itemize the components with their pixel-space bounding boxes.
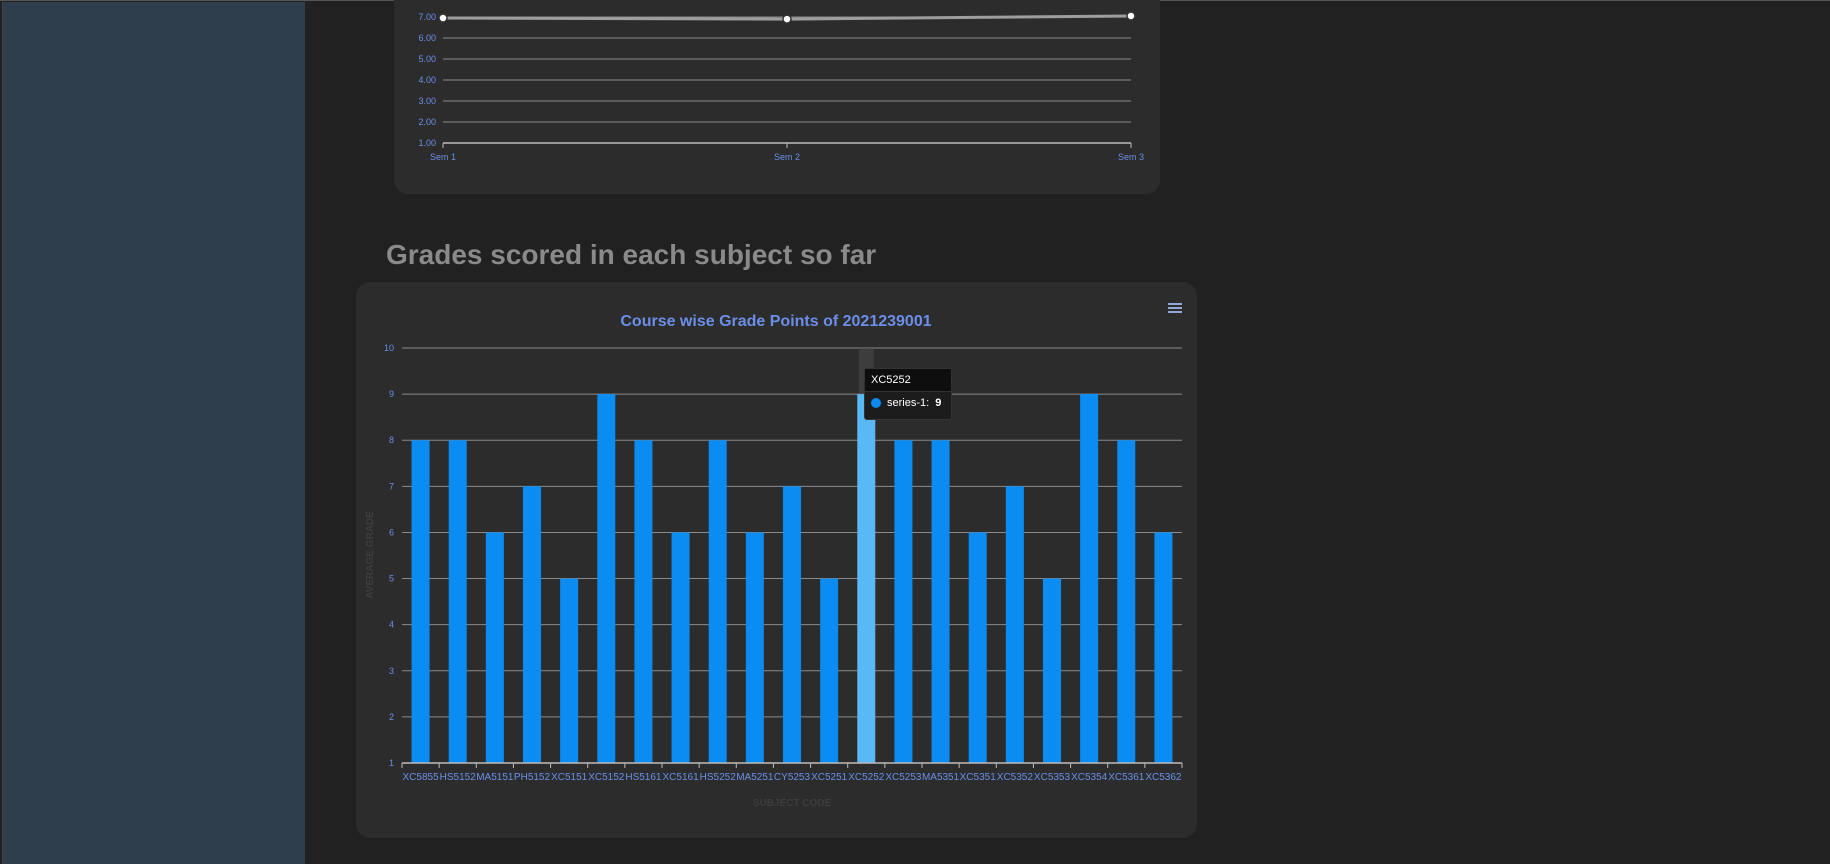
bar-tooltip: XC5252 series-1: 9 [864,368,952,420]
bar [820,578,839,763]
bar [485,532,504,763]
y-tick-label: 2.00 [418,117,436,127]
x-axis-title: SUBJECT CODE [753,798,832,809]
tooltip-value: 9 [935,397,942,409]
x-tick-label: XC5152 [588,772,625,783]
x-tick-label: PH5152 [514,772,551,783]
x-tick-label: HS5152 [440,772,477,783]
y-tick-label: 3.00 [418,96,436,106]
x-tick-label: Sem 2 [774,152,800,162]
bar [523,486,541,763]
y-tick-label: 5.00 [418,54,436,64]
x-tick-label: Sem 3 [1118,152,1144,162]
y-tick-label: 6.00 [418,33,436,43]
bar [968,532,987,763]
section-title: Grades scored in each subject so far [386,239,877,270]
bar [1080,394,1099,763]
bar [708,440,727,763]
course-grade-chart-card: Course wise Grade Points of 2021239001 1 2… [356,282,1197,838]
x-tick-label: XC5161 [663,772,700,783]
x-tick-label: XC5362 [1145,772,1182,783]
bar [671,532,690,763]
y-tick-label: 7 [389,481,394,491]
x-tick-label: HS5161 [625,772,662,783]
tooltip-category: XC5252 [865,369,951,392]
y-tick-label: 1 [389,758,394,768]
x-tick-label: XC5361 [1108,772,1145,783]
x-tick-label: MA5251 [736,772,774,783]
x-tick-label: MA5351 [922,772,960,783]
course-grade-bar-chart: Course wise Grade Points of 2021239001 1 2… [365,313,1183,809]
y-tick-label: 3 [389,666,394,676]
bar [931,440,950,763]
bar [1005,486,1024,763]
y-tick-label: 1.00 [418,138,436,148]
bar [597,394,616,763]
bar [894,440,913,763]
x-tick-label: XC5252 [848,772,885,783]
x-tick-label: XC5253 [885,772,922,783]
data-point [782,14,792,24]
bar [1043,578,1061,763]
y-tick-label: 6 [389,527,394,537]
bar [634,440,653,763]
x-tick-label: XC5151 [551,772,588,783]
x-tick-label: XC5352 [997,772,1034,783]
x-tick-label: XC5855 [403,772,440,783]
x-tick-label: MA5151 [476,772,514,783]
chart-title: Course wise Grade Points of 2021239001 [620,313,931,330]
bar [745,532,764,763]
semester-gpa-chart-card: 1.00 2.00 3.00 4.00 5.00 6.00 7.00 Sem 1 Sem 2 Se… [394,0,1160,194]
x-tick-label: XC5251 [811,772,848,783]
bar [560,578,579,763]
bar [1117,440,1136,763]
x-tick-label: XC5354 [1071,772,1108,783]
x-tick-label: HS5252 [700,772,737,783]
x-tick-label: XC5353 [1034,772,1071,783]
data-point [1126,11,1136,21]
y-tick-label: 5 [389,574,394,584]
hamburger-menu-icon[interactable] [1168,303,1182,315]
x-tick-label: CY5253 [774,772,811,783]
y-tick-label: 8 [389,435,394,445]
bar [783,486,801,763]
sidebar [2,2,305,864]
y-axis-title: AVERAGE GRADE [365,511,376,599]
bar [1154,532,1173,763]
bar [857,394,876,763]
semester-gpa-chart: 1.00 2.00 3.00 4.00 5.00 6.00 7.00 Sem 1 Sem 2 Se… [418,11,1144,162]
x-tick-label: XC5351 [960,772,997,783]
y-tick-label: 4 [389,620,394,630]
y-tick-label: 9 [389,389,394,399]
bar [448,440,467,763]
x-tick-label: Sem 1 [430,152,456,162]
bar [411,440,430,763]
data-point [438,13,448,23]
y-tick-label: 2 [389,712,394,722]
series-marker-icon [871,398,881,408]
y-tick-label: 10 [384,343,394,353]
y-tick-label: 4.00 [418,75,436,85]
tooltip-series-label: series-1: [887,397,930,409]
y-tick-label: 7.00 [418,12,436,22]
